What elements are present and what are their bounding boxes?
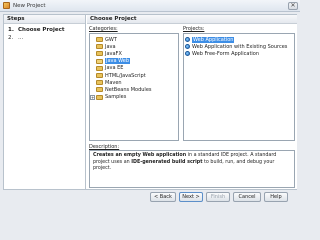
categories-tree[interactable]: GWT Java JavaFX Java Web Java EE HTML/JavaScr… <box>89 33 179 141</box>
wizard-panel: Steps 1. Choose Project 2. ... Choose Pr… <box>3 14 297 190</box>
folder-icon <box>96 37 103 43</box>
category-item[interactable]: GWT <box>90 36 178 43</box>
description-bold-2: IDE-generated build script <box>131 159 203 165</box>
step-choose-project: 1. Choose Project <box>4 26 85 34</box>
categories-label: Categories: <box>89 26 118 32</box>
steps-pane: Steps 1. Choose Project 2. ... <box>4 15 86 189</box>
category-label: GWT <box>105 36 117 43</box>
step-label: ... <box>18 35 24 41</box>
projects-list[interactable]: Web Application Web Application with Exis… <box>183 33 295 141</box>
project-item[interactable]: Web Application <box>184 36 294 43</box>
globe-icon <box>185 37 190 42</box>
next-button[interactable]: Next > <box>179 192 203 202</box>
help-button[interactable]: Help <box>264 192 288 202</box>
content-header: Choose Project <box>87 15 297 24</box>
folder-icon <box>96 73 103 79</box>
project-label: Web Free-Form Application <box>192 50 260 57</box>
category-item[interactable]: Java Web <box>90 58 178 65</box>
app-icon <box>3 2 10 9</box>
folder-icon <box>96 58 103 64</box>
category-item[interactable]: HTML/JavaScript <box>90 72 178 79</box>
globe-icon <box>185 51 190 56</box>
project-label: Web Application with Existing Sources <box>192 43 288 50</box>
category-label: Java Web <box>105 58 131 65</box>
folder-icon <box>96 94 103 100</box>
steps-header: Steps <box>4 15 85 24</box>
description-box: Creates an empty Web application in a st… <box>89 150 295 188</box>
category-item[interactable]: JavaFX <box>90 50 178 57</box>
step-label: Choose Project <box>18 27 65 33</box>
folder-icon <box>96 51 103 57</box>
title-bar: New Project ✕ <box>0 0 300 12</box>
projects-label: Projects: <box>183 26 205 32</box>
category-label: Samples <box>105 94 127 101</box>
back-button[interactable]: < Back <box>150 192 176 202</box>
project-label: Web Application <box>192 36 235 43</box>
project-item[interactable]: Web Free-Form Application <box>184 50 294 57</box>
category-item[interactable]: NetBeans Modules <box>90 86 178 93</box>
category-label: JavaFX <box>105 50 122 57</box>
folder-icon <box>96 44 103 50</box>
category-label: Java <box>105 43 116 50</box>
step-next: 2. ... <box>4 34 85 42</box>
project-item[interactable]: Web Application with Existing Sources <box>184 43 294 50</box>
close-button[interactable]: ✕ <box>288 2 298 10</box>
category-item[interactable]: Java EE <box>90 65 178 72</box>
category-label: Maven <box>105 79 122 86</box>
category-label: HTML/JavaScript <box>105 72 146 79</box>
expand-icon[interactable]: + <box>90 94 95 100</box>
globe-icon <box>185 44 190 49</box>
category-label: Java EE <box>105 65 124 72</box>
category-item[interactable]: Maven <box>90 79 178 86</box>
content-pane: Choose Project Categories: Projects: GWT… <box>87 15 297 189</box>
step-number: 2. <box>8 35 14 41</box>
cancel-button[interactable]: Cancel <box>233 192 261 202</box>
folder-icon <box>96 87 103 93</box>
description-bold-1: Creates an empty Web application <box>93 153 187 158</box>
category-item[interactable]: + Samples <box>90 94 178 101</box>
category-item[interactable]: Java <box>90 43 178 50</box>
folder-icon <box>96 80 103 86</box>
folder-icon <box>96 65 103 71</box>
window-title: New Project <box>13 2 46 9</box>
step-number: 1. <box>8 27 14 33</box>
category-label: NetBeans Modules <box>105 86 152 93</box>
finish-button[interactable]: Finish <box>206 192 230 202</box>
